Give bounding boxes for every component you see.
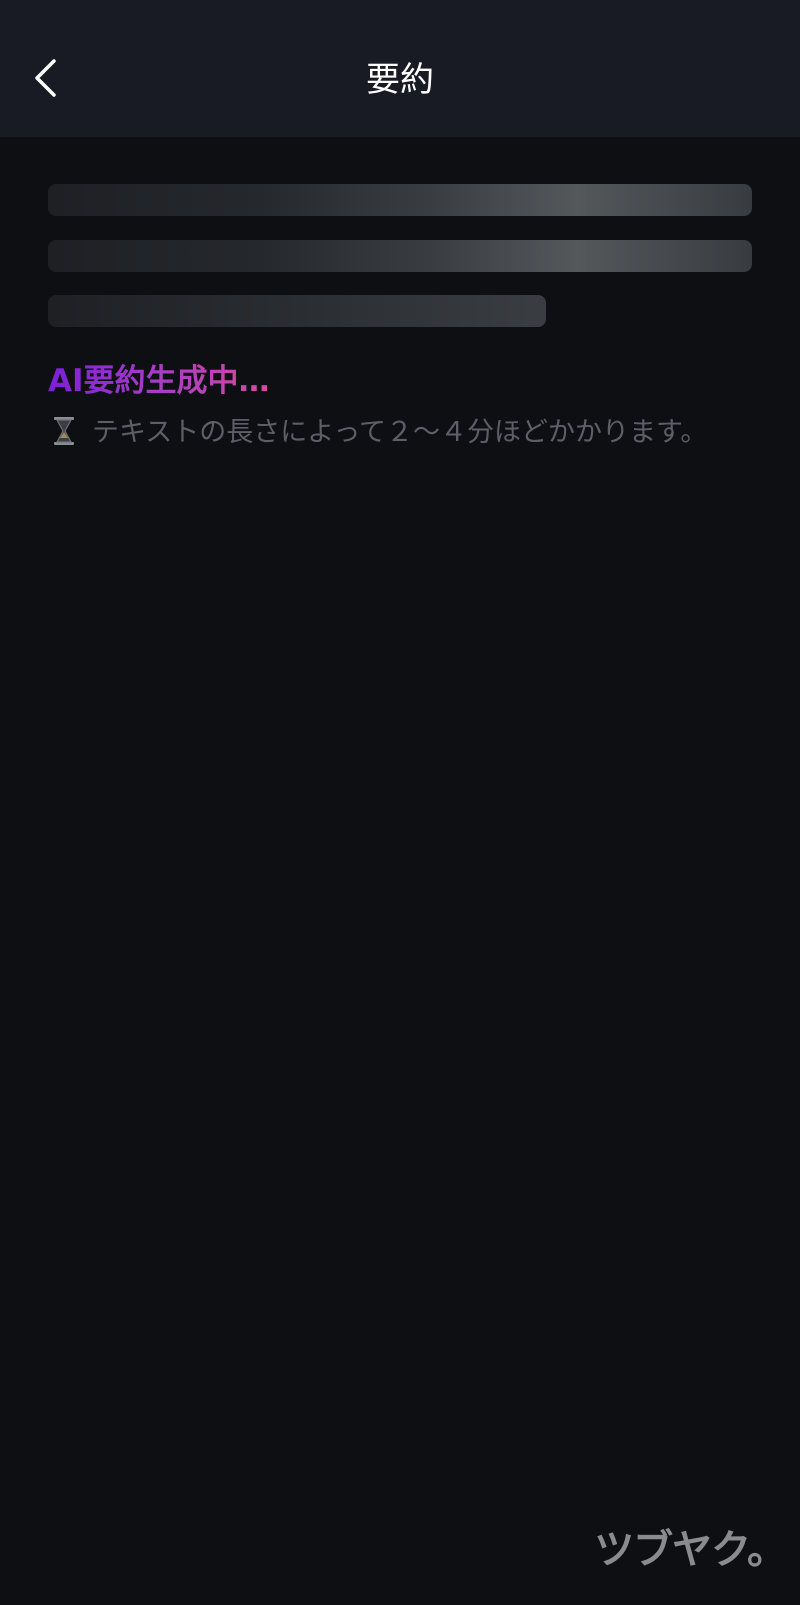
wait-time-note: テキストの長さによって２〜４分ほどかかります。 — [48, 410, 748, 456]
loading-skeleton-line — [48, 184, 752, 216]
top-app-bar: 要約 — [0, 0, 800, 137]
watermark-logo: ツブヤク。 — [594, 1527, 787, 1573]
hourglass-icon — [48, 415, 80, 445]
generation-status-text: AI要約生成中… — [48, 360, 270, 402]
wait-time-note-text: テキストの長さによって２〜４分ほどかかります。 — [92, 417, 708, 448]
loading-skeleton-line — [48, 240, 752, 272]
page-title: 要約 — [366, 60, 434, 100]
loading-skeleton-line — [48, 295, 546, 327]
